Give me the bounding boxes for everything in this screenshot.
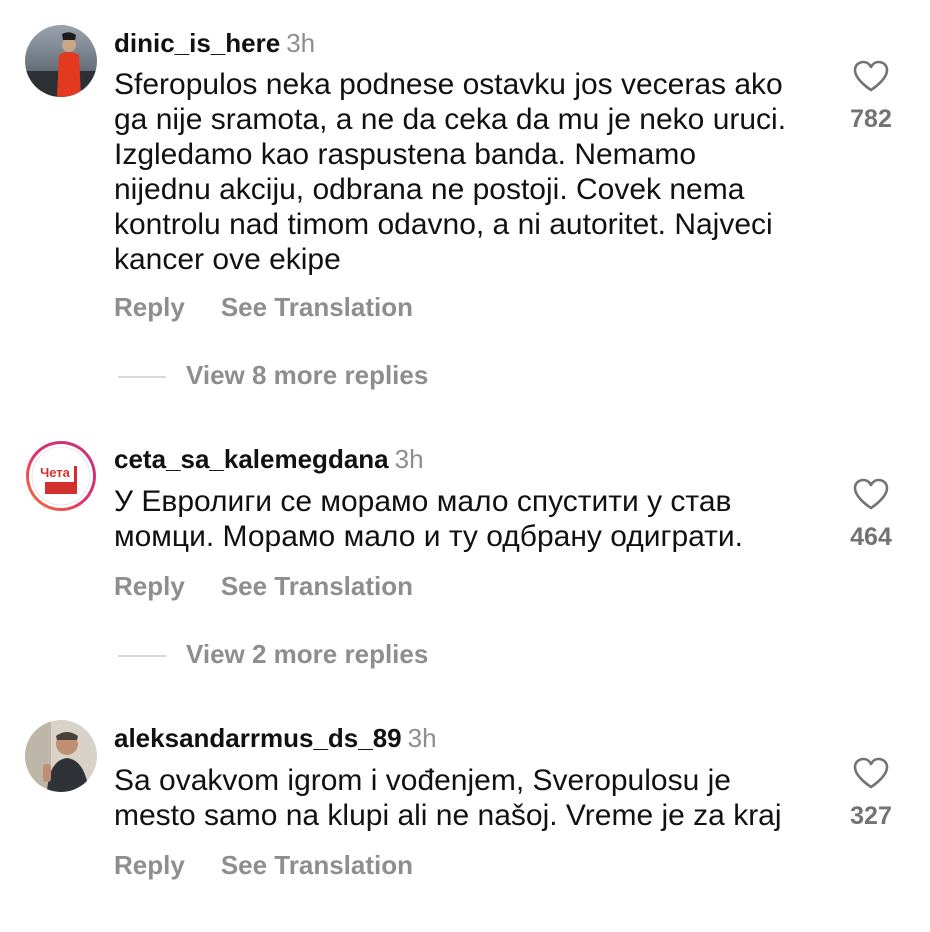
username[interactable]: dinic_is_here — [114, 28, 280, 58]
avatar[interactable] — [25, 720, 97, 792]
avatar-logo-text: Чета — [40, 465, 71, 480]
heart-icon[interactable] — [853, 478, 889, 510]
avatar[interactable]: Чета — [25, 440, 97, 512]
username[interactable]: ceta_sa_kalemegdana — [114, 444, 389, 474]
comment-text: Sa ovakvom igrom i vođenjem, Sveropulosu… — [114, 764, 782, 832]
comment-actions: Reply See Translation — [114, 291, 413, 323]
like-control: 464 — [836, 478, 906, 552]
heart-icon[interactable] — [853, 60, 889, 92]
timestamp: 3h — [286, 28, 316, 58]
avatar-photo-icon — [25, 720, 97, 792]
reply-button[interactable]: Reply — [114, 849, 185, 881]
avatar-photo-icon — [25, 25, 97, 97]
avatar-logo-icon: Чета — [26, 441, 96, 511]
see-translation-button[interactable]: See Translation — [221, 291, 413, 323]
view-replies-button[interactable]: View 2 more replies — [118, 638, 428, 670]
heart-icon[interactable] — [853, 757, 889, 789]
like-count: 327 — [850, 802, 892, 830]
view-replies-button[interactable]: View 8 more replies — [118, 359, 428, 391]
view-replies-label: View 2 more replies — [186, 639, 429, 669]
see-translation-button[interactable]: See Translation — [221, 570, 413, 602]
like-control: 782 — [836, 60, 906, 134]
like-count: 782 — [850, 105, 892, 133]
reply-button[interactable]: Reply — [114, 570, 185, 602]
view-replies-label: View 8 more replies — [186, 360, 429, 390]
username[interactable]: aleksandarrmus_ds_89 — [114, 723, 402, 753]
timestamp: 3h — [394, 444, 424, 474]
replies-divider — [118, 376, 166, 379]
like-count: 464 — [850, 523, 892, 551]
replies-divider — [118, 655, 166, 658]
comment-text: У Евролиги се морамо мало спустити у ста… — [114, 485, 744, 553]
see-translation-button[interactable]: See Translation — [221, 849, 413, 881]
comment-header: aleksandarrmus_ds_89 3h — [114, 722, 437, 754]
comment-actions: Reply See Translation — [114, 849, 413, 881]
comment-text: Sferopulos neka podnese ostavku jos vece… — [114, 68, 787, 276]
timestamp: 3h — [407, 723, 437, 753]
reply-button[interactable]: Reply — [114, 291, 185, 323]
avatar[interactable] — [25, 25, 97, 97]
comment-header: dinic_is_here 3h — [114, 27, 315, 59]
comment-actions: Reply See Translation — [114, 570, 413, 602]
like-control: 327 — [836, 757, 906, 831]
comment-header: ceta_sa_kalemegdana 3h — [114, 443, 424, 475]
